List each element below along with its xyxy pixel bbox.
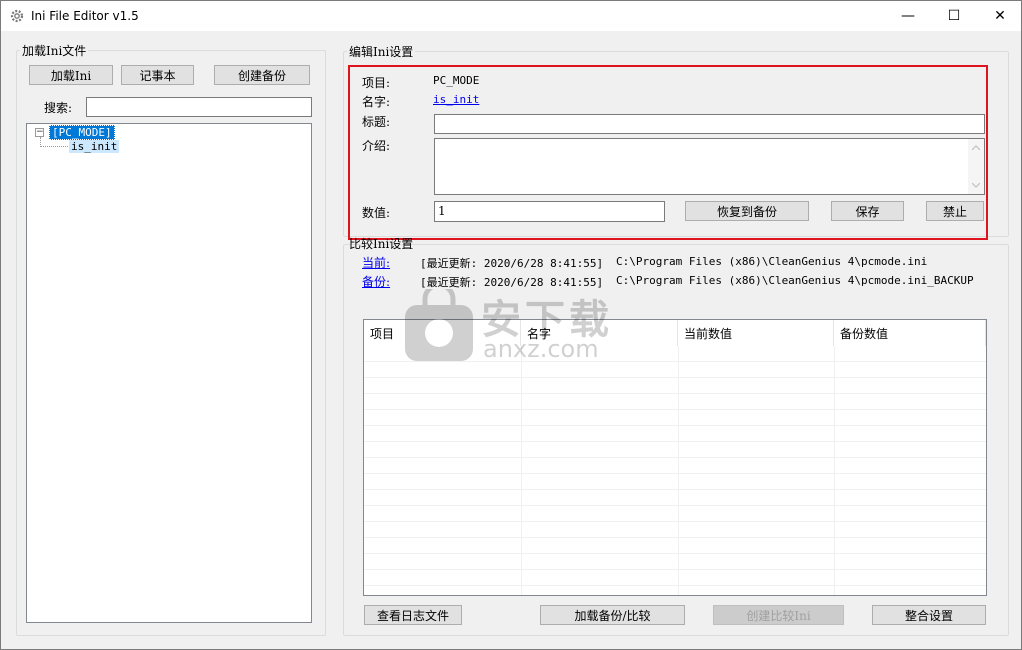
- current-link[interactable]: 当前:: [362, 254, 390, 271]
- col-divider: [678, 346, 679, 595]
- tree-node-pc-mode[interactable]: [PC_MODE]: [49, 125, 115, 140]
- col-divider: [834, 346, 835, 595]
- create-backup-button[interactable]: 创建备份: [214, 65, 310, 85]
- shopping-bag-icon: [405, 289, 473, 361]
- tree-line: [40, 146, 70, 147]
- compare-ini-group-label: 比较Ini设置: [349, 237, 414, 251]
- watermark: 安下载 anxz.com: [403, 287, 633, 367]
- search-label: 搜索:: [44, 101, 73, 115]
- gear-icon: [10, 9, 24, 23]
- current-path: C:\Program Files (x86)\CleanGenius 4\pcm…: [616, 255, 928, 268]
- search-input[interactable]: [86, 97, 312, 117]
- merge-settings-button[interactable]: 整合设置: [872, 605, 986, 625]
- window-title: Ini File Editor v1.5: [31, 9, 139, 23]
- maximize-button[interactable]: ☐: [931, 1, 977, 31]
- col-divider: [521, 346, 522, 595]
- ini-tree[interactable]: − [PC_MODE] is_init: [26, 123, 312, 623]
- backup-path: C:\Program Files (x86)\CleanGenius 4\pcm…: [616, 274, 974, 287]
- current-updated: [最近更新: 2020/6/28 8:41:55]: [420, 257, 604, 270]
- minimize-button[interactable]: —: [885, 1, 931, 31]
- notepad-button[interactable]: 记事本: [121, 65, 194, 85]
- col-header-current[interactable]: 当前数值: [678, 320, 834, 346]
- highlight-box: [348, 65, 988, 240]
- load-ini-button[interactable]: 加载Ini: [29, 65, 113, 85]
- minimize-icon: —: [901, 8, 915, 24]
- create-compare-ini-button: 创建比较Ini: [713, 605, 844, 625]
- close-button[interactable]: ✕: [977, 1, 1022, 31]
- col-header-backup[interactable]: 备份数值: [834, 320, 986, 346]
- main-window: Ini File Editor v1.5 — ☐ ✕ 加载Ini文件 加载Ini…: [0, 0, 1022, 650]
- watermark-en: anxz.com: [483, 335, 599, 363]
- load-backup-compare-button[interactable]: 加载备份/比较: [540, 605, 685, 625]
- edit-ini-group-label: 编辑Ini设置: [347, 43, 416, 60]
- list-rows-area: [364, 346, 986, 595]
- tree-node-is-init[interactable]: is_init: [69, 140, 120, 153]
- backup-link[interactable]: 备份:: [362, 273, 390, 290]
- collapse-icon[interactable]: −: [35, 128, 44, 137]
- title-bar[interactable]: Ini File Editor v1.5 — ☐ ✕: [1, 1, 1021, 31]
- maximize-icon: ☐: [947, 8, 961, 24]
- view-log-button[interactable]: 查看日志文件: [364, 605, 462, 625]
- close-icon: ✕: [994, 8, 1006, 24]
- load-ini-group-label: 加载Ini文件: [20, 42, 89, 59]
